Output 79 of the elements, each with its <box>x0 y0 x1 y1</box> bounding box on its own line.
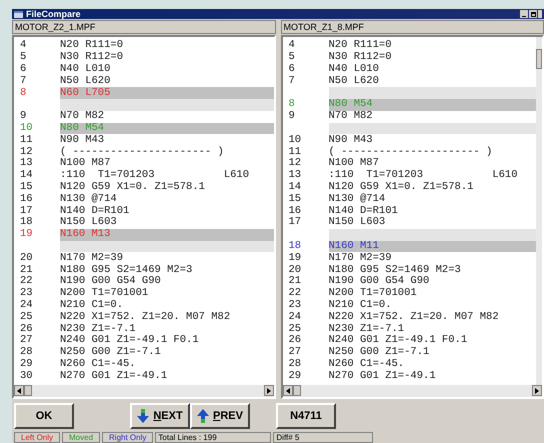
code-text: N160 M13 <box>60 229 110 240</box>
code-text: N210 C1=0. <box>60 300 124 311</box>
code-text: N30 R112=0 <box>328 52 392 64</box>
code-text: N250 G00 Z1=-7.1 <box>328 347 430 358</box>
code-text: N60 L705 <box>60 88 110 99</box>
code-text: N80 M54 <box>328 99 373 110</box>
code-text: N170 M2=39 <box>328 252 392 264</box>
code-text: N160 M11 <box>328 240 379 252</box>
code-text: :110 T1=701203 L610 <box>328 170 518 182</box>
code-text: N80 M54 <box>60 122 104 134</box>
maximize-icon[interactable] <box>529 10 537 18</box>
file-name-header: MOTOR_Z1_8.MPF <box>280 20 544 34</box>
code-text: N70 M82 <box>328 111 373 122</box>
code-text: N20 R111=0 <box>60 40 124 52</box>
scroll-left-icon[interactable] <box>282 385 292 396</box>
app-icon <box>14 10 23 18</box>
legend-label: Moved <box>62 432 100 443</box>
code-text: N50 L620 <box>328 76 379 87</box>
minimize-icon[interactable] <box>520 10 528 18</box>
code-text: N250 G00 Z1=-7.1 <box>60 347 161 358</box>
code-text: N260 C1=-45. <box>328 358 404 370</box>
code-text: N100 M87 <box>60 158 110 170</box>
code-text: N210 C1=0. <box>328 300 392 311</box>
code-text: N130 @714 <box>328 194 386 205</box>
scroll-thumb[interactable] <box>24 385 32 396</box>
code-text: N180 G95 S2=1469 M2=3 <box>328 264 461 276</box>
code-text: N40 L010 <box>60 64 110 75</box>
code-text: N180 G95 S2=1469 M2=3 <box>60 264 192 276</box>
code-text: N220 X1=752. Z1=20. M07 M82 <box>60 312 230 323</box>
code-text: N170 M2=39 <box>60 252 124 264</box>
legend-label: Left Only <box>14 432 60 443</box>
code-text: N30 R112=0 <box>60 52 124 64</box>
code-text: N20 R111=0 <box>328 40 392 52</box>
status-text: Diff# 5 <box>273 432 374 443</box>
legend-label: Right Only <box>102 432 154 443</box>
ok-button[interactable]: OK <box>14 403 74 430</box>
code-text: N190 G00 G54 G90 <box>328 276 430 288</box>
prev-button[interactable]: PREV <box>190 403 250 430</box>
code-text: :110 T1=701203 L610 <box>60 170 250 182</box>
scroll-right-icon[interactable] <box>532 385 542 396</box>
horizontal-scrollbar[interactable] <box>14 384 274 397</box>
code-text: N130 @714 <box>60 194 117 205</box>
code-text: N270 G01 Z1=-49.1 <box>60 370 168 382</box>
code-text: N200 T1=701001 <box>60 288 148 300</box>
code-text: N90 M43 <box>328 134 373 146</box>
status-text: Total Lines : 199 <box>155 432 272 443</box>
down-arrow-icon <box>137 409 150 424</box>
code-text: N240 G01 Z1=-49.1 F0.1 <box>60 335 199 346</box>
scroll-thumb[interactable] <box>536 49 542 69</box>
window-title: FileCompare <box>26 9 81 19</box>
code-text: N240 G01 Z1=-49.1 F0.1 <box>328 335 468 346</box>
code-text: N150 L603 <box>60 217 117 228</box>
code-text: N140 D=R101 <box>60 206 130 217</box>
code-text: N230 Z1=-7.1 <box>60 324 136 335</box>
code-text: N190 G00 G54 G90 <box>60 276 161 288</box>
next-button[interactable]: NEXT <box>130 403 190 430</box>
code-text: N200 T1=701001 <box>328 288 417 300</box>
code-text: N230 Z1=-7.1 <box>328 324 404 335</box>
code-text: N260 C1=-45. <box>60 358 136 370</box>
file-name-header: MOTOR_Z2_1.MPF <box>12 20 276 34</box>
horizontal-scrollbar[interactable] <box>282 384 542 397</box>
code-text: N120 G59 X1=0. Z1=578.1 <box>328 182 474 193</box>
scroll-right-icon[interactable] <box>264 385 274 396</box>
code-text: N90 M43 <box>60 134 104 146</box>
code-text: ( ---------------------- ) <box>328 146 492 158</box>
vertical-scrollbar[interactable] <box>536 37 542 385</box>
code-text: N140 D=R101 <box>328 206 398 217</box>
up-arrow-icon <box>197 409 210 424</box>
code-text: ( ---------------------- ) <box>60 146 224 158</box>
code-text: N120 G59 X1=0. Z1=578.1 <box>60 182 205 193</box>
code-text: N100 M87 <box>328 158 379 170</box>
goto-line-button[interactable]: N4711 <box>276 403 336 430</box>
code-text: N40 L010 <box>328 64 379 75</box>
code-text: N220 X1=752. Z1=20. M07 M82 <box>328 312 499 323</box>
code-text: N50 L620 <box>60 76 110 87</box>
code-text: N70 M82 <box>60 111 104 122</box>
code-text: N270 G01 Z1=-49.1 <box>328 370 436 382</box>
code-text: N150 L603 <box>328 217 386 228</box>
scroll-left-icon[interactable] <box>14 385 24 396</box>
